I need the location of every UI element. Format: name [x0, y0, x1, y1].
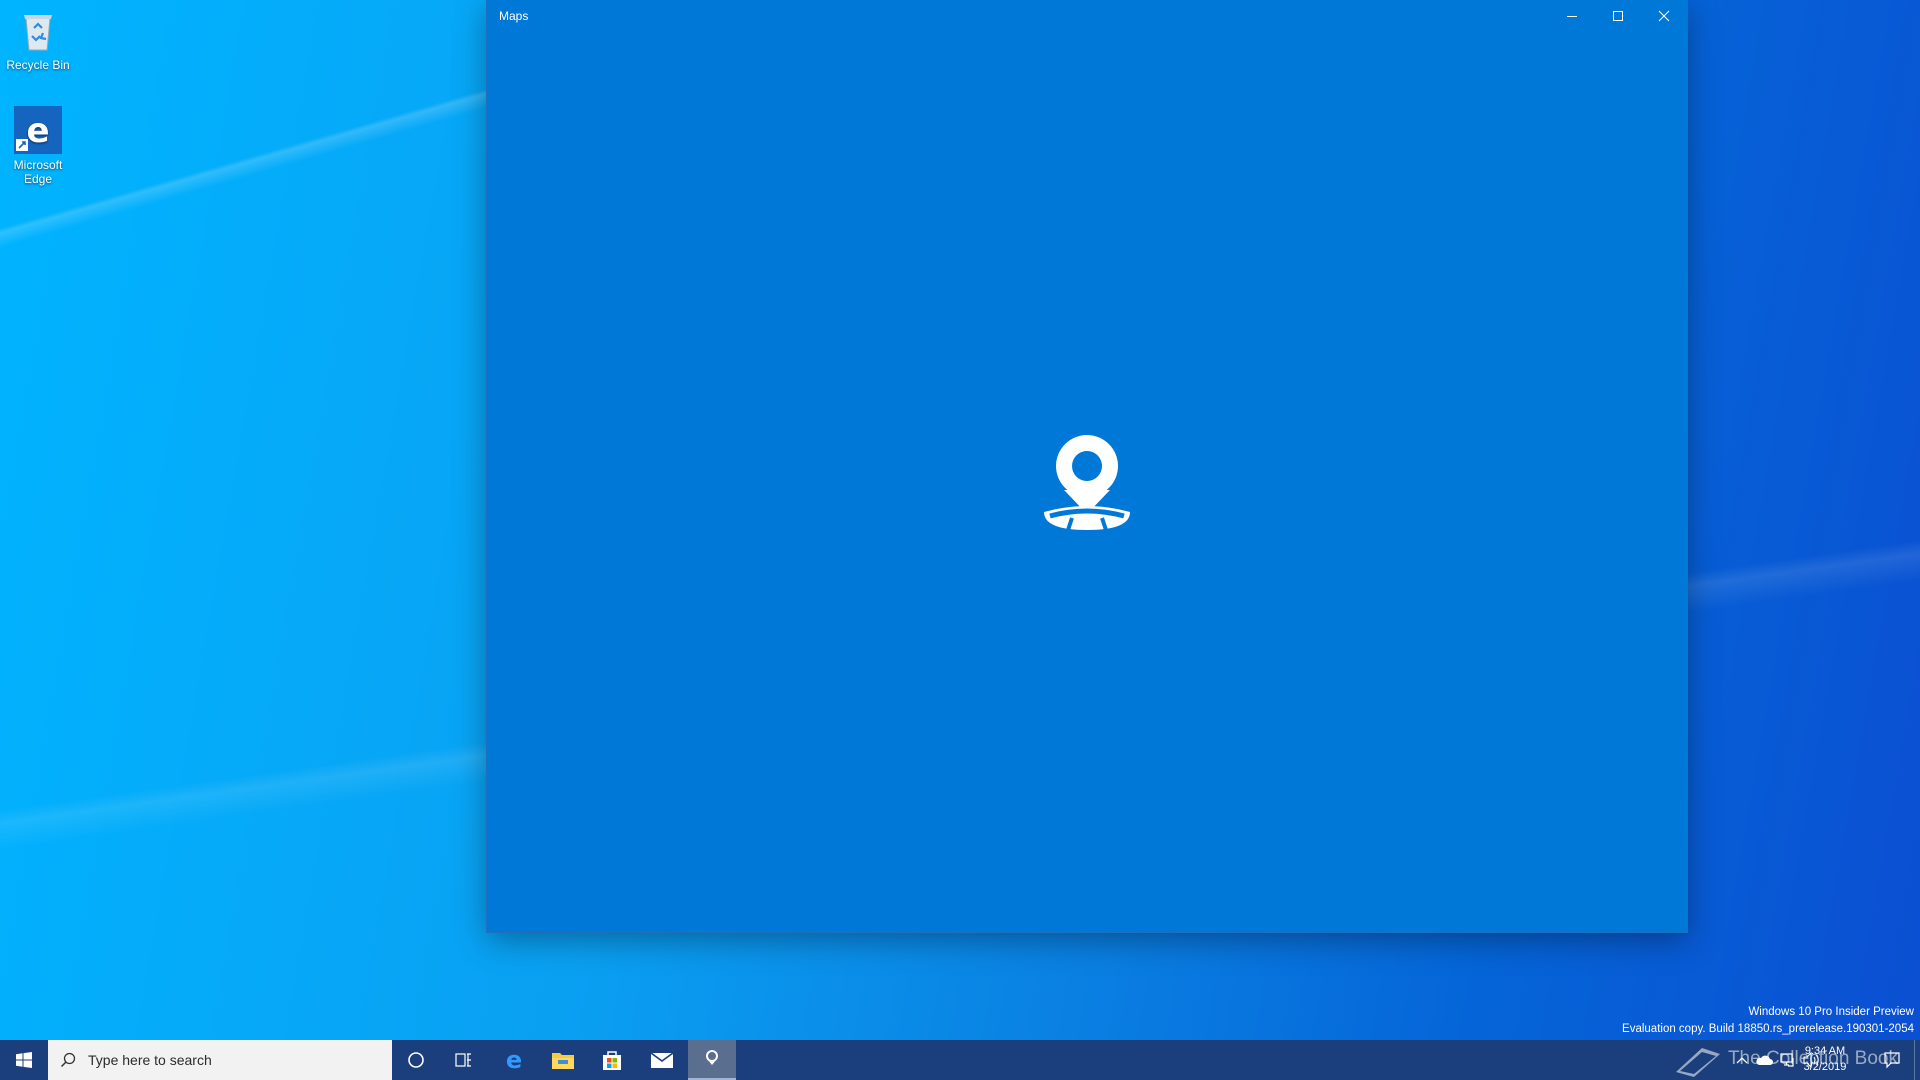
search-box[interactable]: Type here to search	[48, 1040, 392, 1080]
desktop-icon-edge[interactable]: e Microsoft Edge	[0, 106, 76, 186]
maximize-icon	[1613, 11, 1623, 21]
taskbar: Type here to search e 9:34 AM 3/2/2019 T…	[0, 1040, 1920, 1080]
mail-button[interactable]	[638, 1040, 686, 1080]
minimize-button[interactable]	[1549, 0, 1595, 32]
task-view-icon	[455, 1053, 471, 1067]
minimize-icon	[1567, 16, 1577, 17]
mail-icon	[650, 1052, 674, 1068]
maximize-button[interactable]	[1595, 0, 1641, 32]
cortana-button[interactable]	[392, 1040, 440, 1080]
maps-location-pin-icon	[1044, 435, 1130, 531]
maps-icon	[706, 1050, 718, 1065]
file-explorer-icon	[552, 1053, 574, 1069]
close-button[interactable]	[1641, 0, 1687, 32]
watermark-edition: Windows 10 Pro Insider Preview	[1748, 1006, 1914, 1018]
svg-text:e: e	[26, 111, 49, 151]
window-titlebar[interactable]: Maps	[487, 0, 1687, 32]
cortana-icon	[408, 1052, 424, 1068]
watermark-build: Evaluation copy. Build 18850.rs_prerelea…	[1622, 1023, 1914, 1035]
task-view-button[interactable]	[440, 1040, 488, 1080]
recycle-bin-icon	[24, 15, 52, 51]
search-icon	[60, 1052, 76, 1068]
file-explorer-button[interactable]	[539, 1040, 587, 1080]
edge-icon: e	[14, 106, 62, 154]
search-placeholder: Type here to search	[88, 1052, 212, 1068]
store-button[interactable]	[588, 1040, 636, 1080]
windows-logo-icon	[16, 1052, 32, 1068]
taskbar-edge-button[interactable]: e	[490, 1040, 538, 1080]
taskbar-maps-button[interactable]	[688, 1040, 736, 1080]
window-title: Maps	[499, 9, 529, 23]
close-icon	[1658, 10, 1670, 22]
svg-text:e: e	[506, 1048, 522, 1072]
recycle-bin-label: Recycle Bin	[6, 58, 70, 72]
store-icon	[603, 1051, 621, 1070]
brand-book-icon	[1676, 1048, 1720, 1077]
edge-label: Microsoft Edge	[13, 158, 63, 186]
maps-window: Maps	[487, 0, 1687, 932]
edge-icon: e	[506, 1048, 522, 1072]
start-button[interactable]	[0, 1040, 48, 1080]
brand-overlay: The Collection Book	[1727, 1048, 1898, 1069]
show-desktop-button[interactable]	[1914, 1040, 1920, 1080]
windows-watermark: Windows 10 Pro Insider Preview Evaluatio…	[1622, 1004, 1914, 1038]
desktop-icon-recycle-bin[interactable]: Recycle Bin	[0, 6, 76, 72]
